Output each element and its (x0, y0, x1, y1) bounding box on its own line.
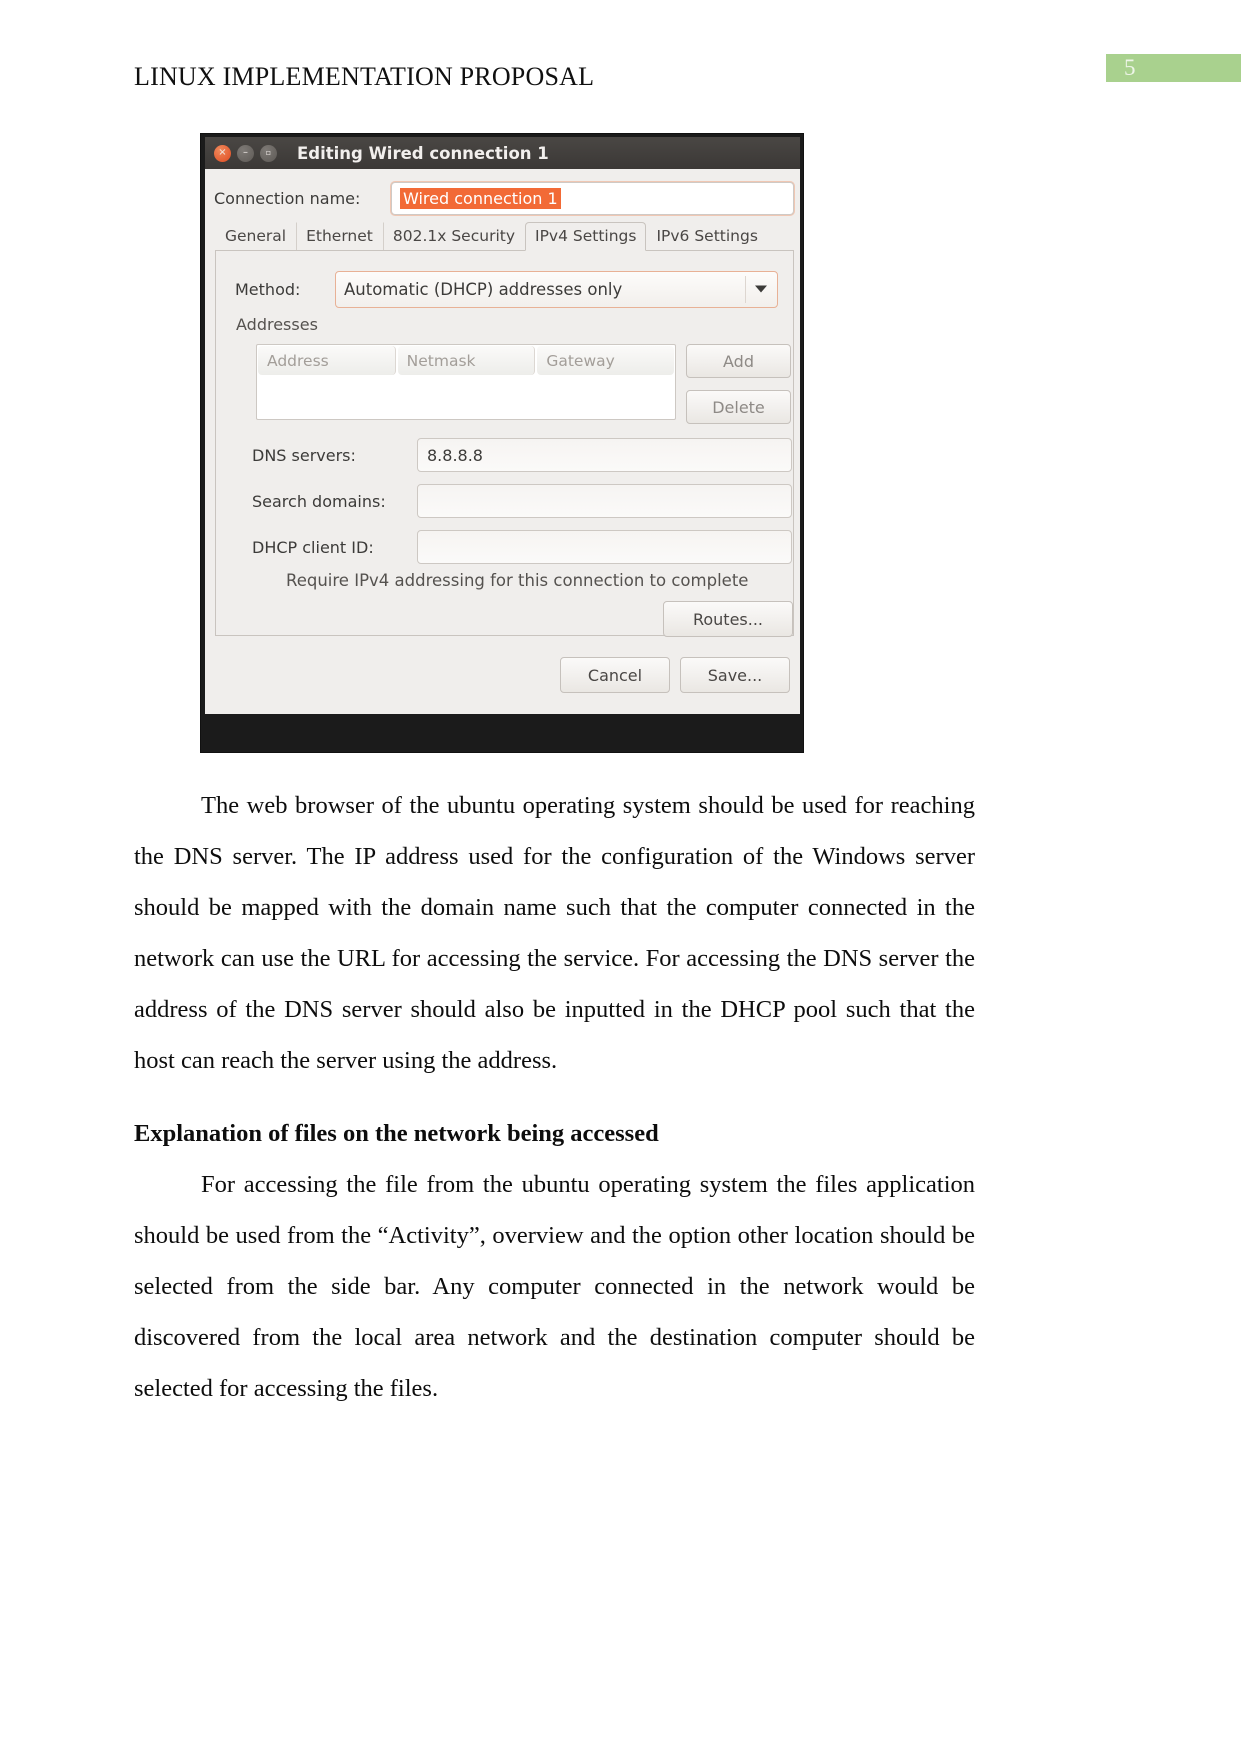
addresses-table-header: Address Netmask Gateway (257, 345, 675, 376)
document-content: The web browser of the ubuntu operating … (134, 780, 975, 1414)
connection-name-label: Connection name: (214, 188, 361, 208)
dns-servers-label: DNS servers: (252, 445, 356, 465)
tab-ipv6-settings[interactable]: IPv6 Settings (646, 222, 767, 250)
add-address-button[interactable]: Add (686, 344, 791, 378)
dns-servers-input[interactable]: 8.8.8.8 (417, 438, 792, 472)
delete-address-button[interactable]: Delete (686, 390, 791, 424)
connection-name-row: Connection name: Wired connection 1 (214, 179, 794, 217)
tab-ipv4-settings[interactable]: IPv4 Settings (525, 222, 647, 251)
addresses-section-label: Addresses (236, 315, 318, 334)
dialog-body: Connection name: Wired connection 1 Gene… (205, 169, 800, 714)
method-value: Automatic (DHCP) addresses only (344, 279, 623, 299)
column-header-address[interactable]: Address (258, 346, 396, 375)
tab-802-1x-security[interactable]: 802.1x Security (382, 222, 525, 250)
running-head: LINUX IMPLEMENTATION PROPOSAL (134, 62, 595, 91)
dialog-titlebar: × – ▫ Editing Wired connection 1 (205, 137, 800, 169)
dns-servers-row: DNS servers: 8.8.8.8 (252, 437, 792, 473)
page-number-badge: 5 (1106, 54, 1241, 82)
method-row: Method: Automatic (DHCP) addresses only (235, 269, 778, 309)
minimize-icon[interactable]: – (237, 144, 254, 162)
connection-name-input[interactable]: Wired connection 1 (391, 181, 794, 215)
cancel-button[interactable]: Cancel (560, 657, 670, 693)
page-number: 5 (1124, 55, 1136, 80)
section-heading-file-access: Explanation of files on the network bein… (134, 1120, 659, 1147)
method-label: Method: (235, 279, 301, 299)
page-header: LINUX IMPLEMENTATION PROPOSAL 5 (0, 54, 1241, 100)
chevron-down-icon (755, 285, 767, 293)
tab-ethernet[interactable]: Ethernet (296, 222, 383, 250)
network-connection-editor-screenshot: × – ▫ Editing Wired connection 1 Connect… (200, 133, 804, 753)
close-icon[interactable]: × (214, 144, 231, 162)
dhcp-client-id-row: DHCP client ID: (252, 529, 792, 565)
search-domains-input[interactable] (417, 484, 792, 518)
dialog-title: Editing Wired connection 1 (297, 143, 549, 163)
column-header-netmask[interactable]: Netmask (397, 346, 536, 375)
settings-tabs: General Ethernet 802.1x Security IPv4 Se… (215, 222, 794, 251)
ipv4-settings-pane: Method: Automatic (DHCP) addresses only … (215, 251, 794, 637)
paragraph-file-access: For accessing the file from the ubuntu o… (134, 1171, 975, 1402)
tab-general[interactable]: General (215, 222, 296, 250)
search-domains-row: Search domains: (252, 483, 792, 519)
combo-divider (745, 275, 746, 303)
save-button[interactable]: Save... (680, 657, 790, 693)
dns-servers-value: 8.8.8.8 (427, 445, 483, 465)
paragraph-dns-configuration: The web browser of the ubuntu operating … (134, 792, 975, 1074)
dhcp-client-id-label: DHCP client ID: (252, 537, 374, 557)
search-domains-label: Search domains: (252, 491, 386, 511)
require-ipv4-text: Require IPv4 addressing for this connect… (286, 571, 749, 590)
routes-button[interactable]: Routes... (663, 601, 793, 637)
connection-name-value: Wired connection 1 (400, 187, 561, 209)
dialog-footer: Cancel Save... (215, 649, 794, 704)
dhcp-client-id-input[interactable] (417, 530, 792, 564)
method-dropdown[interactable]: Automatic (DHCP) addresses only (335, 270, 778, 308)
maximize-icon[interactable]: ▫ (260, 144, 277, 162)
column-header-gateway[interactable]: Gateway (537, 346, 675, 375)
addresses-table[interactable]: Address Netmask Gateway (256, 344, 676, 420)
